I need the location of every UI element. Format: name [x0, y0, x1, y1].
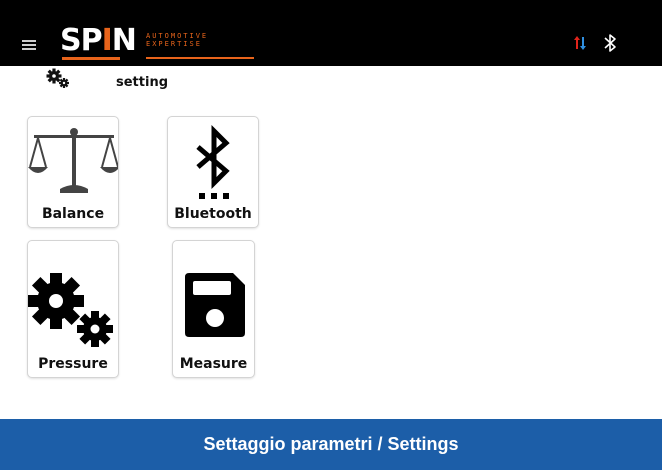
pressure-button[interactable]: Pressure: [27, 240, 119, 378]
bluetooth-button[interactable]: Bluetooth: [167, 116, 259, 228]
measure-button[interactable]: Measure: [172, 240, 255, 378]
footer-bar: Settaggio parametri / Settings: [0, 419, 662, 470]
balance-button[interactable]: Balance: [27, 116, 119, 228]
bluetooth-icon[interactable]: [603, 33, 617, 53]
logo-tagline: AUTOMOTIVE EXPERTISE: [146, 32, 209, 48]
floppy-disk-icon: [185, 273, 245, 337]
balance-scale-icon: [28, 128, 118, 193]
tile-label: Balance: [41, 206, 105, 222]
tile-label: Pressure: [38, 356, 108, 372]
section-title: setting: [116, 75, 168, 90]
gears-icon: [28, 273, 113, 347]
tile-label: Bluetooth: [174, 206, 252, 222]
logo-wordmark: SPIN: [60, 23, 137, 58]
bluetooth-icon: [196, 124, 230, 199]
footer-title: Settaggio parametri / Settings: [203, 434, 459, 454]
logo-tagline-underline: [146, 57, 254, 59]
gears-icon: [46, 68, 69, 88]
logo-underline: [62, 57, 120, 60]
hamburger-menu-icon[interactable]: [22, 40, 36, 50]
top-bar: SPIN AUTOMOTIVE EXPERTISE: [0, 0, 662, 66]
sync-arrows-icon: [574, 36, 586, 50]
tile-label: Measure: [179, 356, 248, 372]
